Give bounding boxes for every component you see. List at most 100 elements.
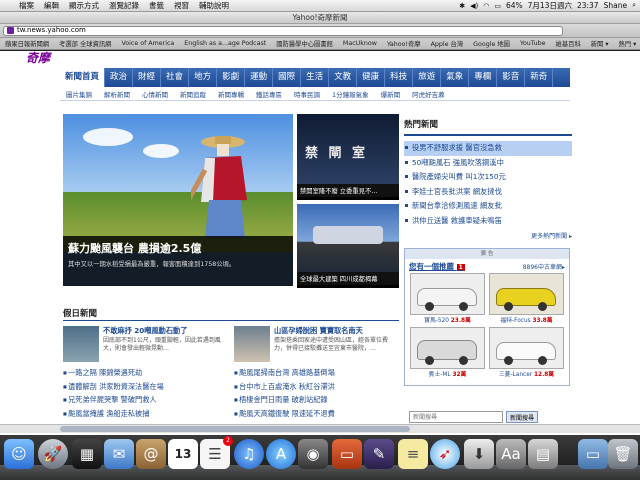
reminders-icon[interactable]: ☰ 2	[200, 436, 233, 469]
keynote-icon[interactable]: ▭	[332, 439, 362, 469]
holiday-story[interactable]: 山區孕婦脫困 寶寶取名南天 擔架搭乘回家途中遭受困山區，經各單位費力，併得已接駁…	[234, 326, 399, 366]
bookmark-item[interactable]: Apple 台灣	[426, 39, 469, 48]
finder-icon[interactable]: ☺	[4, 439, 34, 469]
hot-news-item[interactable]: 洪仲丘送醫 救護車疑未鳴笛	[404, 214, 572, 229]
bookmark-item[interactable]: 新聞 ▾	[586, 39, 614, 48]
scrollbar-thumb[interactable]	[60, 426, 410, 432]
nav-tab[interactable]: 專欄	[469, 68, 498, 87]
itunes-icon[interactable]: ♫	[234, 439, 264, 469]
nav-tab[interactable]: 新奇	[525, 68, 554, 87]
nav-tab[interactable]: 氣象	[441, 68, 470, 87]
nav-tab[interactable]: 地方	[189, 68, 218, 87]
safari-icon[interactable]: ➶	[430, 439, 460, 469]
bookmark-item[interactable]: 熱門 ▾	[614, 39, 640, 48]
bookmark-item[interactable]: Yahoo!奇摩	[382, 39, 426, 48]
car-ad[interactable]: 賓士-ML 32萬	[410, 327, 485, 379]
horizontal-scrollbar[interactable]	[0, 424, 640, 433]
hot-news-item[interactable]: 役男不舒服求援 醫官沒急救	[404, 141, 572, 156]
bluetooth-icon[interactable]: ✱	[459, 2, 465, 10]
subnav-item[interactable]: 新聞追蹤	[174, 89, 212, 99]
hot-news-item[interactable]: 醫院產婦尖叫費 叫1次150元	[404, 170, 572, 185]
story-title[interactable]: 山區孕婦脫困 寶寶取名南天	[274, 326, 363, 336]
nav-tab[interactable]: 運動	[245, 68, 274, 87]
nav-tab[interactable]: 新聞首頁	[60, 68, 106, 87]
bookmark-item[interactable]: 國防醫學中心圖書館	[271, 39, 338, 48]
story-title[interactable]: 不敢麻抒 20噸風動石動了	[103, 326, 187, 336]
menu-edit[interactable]: 編輯	[39, 0, 64, 11]
subnav-item[interactable]: 圖片集錦	[60, 89, 98, 99]
bookmark-item[interactable]: 考選部 全球資訊網	[54, 39, 116, 48]
nav-tab[interactable]: 影劇	[217, 68, 246, 87]
hero-headline[interactable]: 蘇力颱風襲台 農損逾2.5億	[68, 240, 288, 256]
subnav-item[interactable]: 心情新聞	[136, 89, 174, 99]
subnav-item[interactable]: 解析新聞	[98, 89, 136, 99]
ad-recommend-link[interactable]: 您有一個推薦 1	[409, 261, 465, 272]
nav-tab[interactable]: 政治	[105, 68, 134, 87]
news-search-input[interactable]	[409, 411, 503, 423]
mission-control-icon[interactable]: ▦	[72, 439, 102, 469]
date-label[interactable]: 7月13日週六	[528, 0, 572, 11]
nav-tab[interactable]: 社會	[161, 68, 190, 87]
menu-help[interactable]: 輔助說明	[194, 0, 234, 11]
url-field[interactable]: tw.news.yahoo.com	[3, 25, 563, 36]
downloads-icon[interactable]: ⬇	[464, 439, 494, 469]
list-item[interactable]: 兄死弟伴屍哭撃 警破門救人	[63, 393, 228, 407]
subnav-item[interactable]: 新聞專輯	[212, 89, 250, 99]
list-item[interactable]: 遺體解剖 洪家盼資深法醫在場	[63, 380, 228, 394]
bookmark-item[interactable]: MacUknow	[338, 40, 382, 47]
bookmark-item[interactable]: Voice of America	[116, 40, 179, 47]
subnav-item[interactable]: 時事民調	[288, 89, 326, 99]
list-item[interactable]: 颱風當掩護 漁船走私被捕	[63, 407, 228, 421]
more-hot-news-link[interactable]: 更多熱門新聞 ▸	[404, 231, 572, 240]
mail-icon[interactable]: ✉	[104, 439, 134, 469]
ad-site-link[interactable]: 8896中古車網▸	[523, 262, 565, 271]
battery-icon[interactable]: ▭	[494, 2, 501, 10]
subnav-item[interactable]: 阿虎好吉蔴	[406, 89, 451, 99]
news-search-button[interactable]: 新聞搜尋	[506, 411, 539, 423]
menu-history[interactable]: 瀏覽記錄	[104, 0, 144, 11]
thumb-story[interactable]: 禁 閘 室 禁開室隆不廢 立委重見不…	[297, 114, 399, 200]
user-name[interactable]: Shane	[604, 1, 627, 10]
car-ad[interactable]: 三菱-Lancer 12.8萬	[489, 327, 564, 379]
menu-bookmarks[interactable]: 書籤	[144, 0, 169, 11]
menu-view[interactable]: 顯示方式	[64, 0, 104, 11]
launchpad-icon[interactable]: 🚀	[38, 439, 68, 469]
car-ad[interactable]: 寶馬-520 23.8萬	[410, 273, 485, 325]
subnav-item[interactable]: 1分鐘報氣象	[326, 89, 375, 99]
folder-icon[interactable]: ▭	[578, 439, 608, 469]
hot-news-item[interactable]: 新聞台拿洽修測風速 網友批	[404, 199, 572, 214]
bookmark-item[interactable]: Google 地圖	[468, 39, 515, 48]
image-capture-icon[interactable]: ▤	[528, 439, 558, 469]
nav-tab[interactable]: 旅遊	[413, 68, 442, 87]
list-item[interactable]: 颱風尾掃南台灣 高雄路基倒塌	[234, 366, 399, 380]
trash-icon[interactable]: 🗑	[608, 439, 638, 469]
nav-tab[interactable]: 財經	[133, 68, 162, 87]
list-item[interactable]: 颱風天高鐵復駛 限速延不退費	[234, 407, 399, 421]
nav-tab[interactable]: 生活	[301, 68, 330, 87]
list-item[interactable]: 台中市上百處淹水 秋紅谷滯洪	[234, 380, 399, 394]
hero-story[interactable]: 蘇力颱風襲台 農損逾2.5億 其中又以一期水稻受損最為嚴重，報害面積達到1758…	[63, 114, 293, 286]
yahoo-logo[interactable]: 奇摩	[26, 51, 50, 66]
list-item[interactable]: 一路之隔 陳錦榮遇死劫	[63, 366, 228, 380]
photo-booth-icon[interactable]: ◉	[298, 439, 328, 469]
wifi-icon[interactable]: ◠	[483, 2, 489, 10]
nav-tab[interactable]: 健康	[357, 68, 386, 87]
bookmark-item[interactable]: 維基百科	[551, 39, 586, 48]
list-item[interactable]: 梧棲金門日雨量 破創站紀錄	[234, 393, 399, 407]
nav-tab[interactable]: 國際	[273, 68, 302, 87]
time-label[interactable]: 23:37	[577, 1, 599, 10]
subnav-item[interactable]: 鐵話專區	[250, 89, 288, 99]
spotlight-icon[interactable]: ⌕	[632, 1, 636, 10]
nav-tab[interactable]: 科技	[385, 68, 414, 87]
hot-news-item[interactable]: 50噸颱風石 強風吹落鋼溪中	[404, 156, 572, 171]
menu-window[interactable]: 視窗	[169, 0, 194, 11]
bookmark-item[interactable]: 蘋果日報新聞網	[0, 39, 54, 48]
car-ad[interactable]: 福特-Focus 33.8萬	[489, 273, 564, 325]
thumb-story[interactable]: 全球最大建築 四川成都揭幕	[297, 204, 399, 288]
preview-icon[interactable]: ✎	[364, 439, 394, 469]
calendar-icon[interactable]: 13	[168, 439, 198, 469]
volume-icon[interactable]: ◀)	[470, 2, 478, 10]
address-book-icon[interactable]: @	[136, 439, 166, 469]
app-store-icon[interactable]: A	[266, 439, 296, 469]
holiday-story[interactable]: 不敢麻抒 20噸風動石動了 因底部不到1公尺，頭重腳輕，因此若遇到風大，則會發出…	[63, 326, 228, 366]
